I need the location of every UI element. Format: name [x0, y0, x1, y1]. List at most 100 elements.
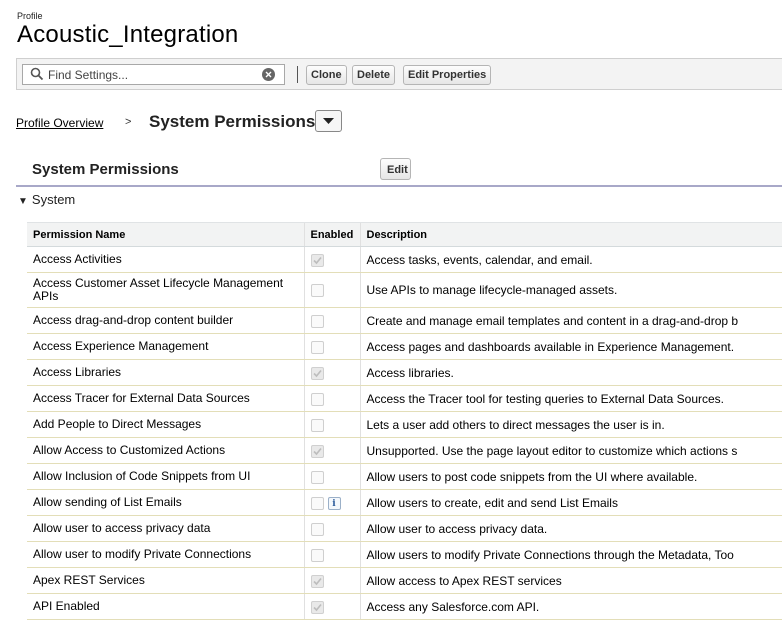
table-row: Access Activities Access tasks, events, c… — [27, 246, 782, 273]
enabled-cell — [303, 411, 360, 438]
table-row: Add People to Direct Messages Lets a user… — [27, 411, 782, 438]
section-title: System Permissions — [32, 161, 179, 178]
permission-name: Apex REST Services — [27, 567, 304, 594]
edit-button[interactable]: Edit — [380, 158, 411, 180]
page-title: Acoustic_Integration — [17, 21, 239, 48]
permission-description: Unsupported. Use the page layout editor … — [359, 437, 782, 464]
section-divider — [16, 185, 782, 187]
profile-overview-link[interactable]: Profile Overview — [16, 116, 103, 130]
table-row: Access drag-and-drop content builder Crea… — [27, 307, 782, 334]
enabled-checkbox[interactable] — [310, 496, 324, 510]
enabled-checkbox[interactable] — [310, 444, 324, 458]
table-row: Access Libraries Access libraries. — [27, 359, 782, 386]
settings-toolbar: Clone Delete Edit Properties — [16, 58, 782, 90]
table-header-row: Permission Name Enabled Description — [27, 222, 782, 247]
permissions-table: Permission Name Enabled Description Acce… — [27, 222, 782, 620]
permission-description: Access tasks, events, calendar, and emai… — [359, 246, 782, 273]
enabled-cell — [303, 437, 360, 464]
enabled-cell — [303, 567, 360, 594]
enabled-checkbox[interactable] — [310, 340, 324, 354]
collapse-triangle-icon: ▼ — [18, 196, 28, 207]
enabled-checkbox[interactable] — [310, 314, 324, 328]
permission-name: Access drag-and-drop content builder — [27, 307, 304, 334]
table-row: Access Experience Management Access pages… — [27, 333, 782, 360]
permission-description: Allow access to Apex REST services — [359, 567, 782, 594]
clone-button[interactable]: Clone — [306, 65, 347, 85]
enabled-cell — [303, 246, 360, 273]
enabled-cell — [303, 272, 360, 308]
permission-description: Access the Tracer tool for testing queri… — [359, 385, 782, 412]
system-group-toggle[interactable]: ▼ System — [18, 192, 75, 207]
permission-name: Access Libraries — [27, 359, 304, 386]
enabled-cell — [303, 359, 360, 386]
enabled-checkbox[interactable] — [310, 522, 324, 536]
enabled-checkbox[interactable] — [310, 548, 324, 562]
edit-properties-button[interactable]: Edit Properties — [403, 65, 492, 85]
permission-description: Allow user to access privacy data. — [359, 515, 782, 542]
enabled-checkbox[interactable] — [310, 392, 324, 406]
permission-description: Allow users to modify Private Connection… — [359, 541, 782, 568]
breadcrumb-separator: > — [125, 116, 132, 128]
table-row: Access Customer Asset Lifecycle Manageme… — [27, 272, 782, 308]
delete-button[interactable]: Delete — [352, 65, 396, 85]
table-row: Allow Inclusion of Code Snippets from UI… — [27, 463, 782, 490]
enabled-cell — [303, 307, 360, 334]
permission-name: API Enabled — [27, 593, 304, 620]
permission-name: Access Activities — [27, 246, 304, 273]
clear-search-icon[interactable] — [262, 68, 275, 81]
toolbar-divider — [297, 66, 298, 83]
permission-description: Access pages and dashboards available in… — [359, 333, 782, 360]
search-icon — [30, 67, 44, 81]
enabled-checkbox[interactable] — [310, 470, 324, 484]
enabled-checkbox[interactable] — [310, 284, 324, 298]
enabled-cell — [303, 515, 360, 542]
table-row: API Enabled Access any Salesforce.com API… — [27, 593, 782, 620]
enabled-cell: i — [303, 489, 360, 516]
permission-description: Access libraries. — [359, 359, 782, 386]
checkmark-icon — [312, 256, 322, 264]
enabled-cell — [303, 385, 360, 412]
enabled-cell — [303, 463, 360, 490]
table-row: Apex REST Services Allow access to Apex R… — [27, 567, 782, 594]
enabled-checkbox[interactable] — [310, 366, 324, 380]
permission-description: Use APIs to manage lifecycle-managed ass… — [359, 272, 782, 308]
search-box[interactable] — [22, 64, 285, 85]
checkmark-icon — [312, 447, 322, 455]
group-label: System — [31, 192, 76, 207]
breadcrumb-current: System Permissions — [149, 112, 316, 131]
enabled-checkbox[interactable] — [310, 574, 324, 588]
table-row: Allow sending of List Emails i Allow users… — [27, 489, 782, 516]
table-row: Access Tracer for External Data Sources A… — [27, 385, 782, 412]
enabled-checkbox[interactable] — [310, 418, 324, 432]
enabled-checkbox[interactable] — [310, 600, 324, 614]
checkmark-icon — [312, 369, 322, 377]
column-header-description: Description — [359, 222, 782, 247]
permission-name: Access Tracer for External Data Sources — [27, 385, 304, 412]
permission-name: Allow Inclusion of Code Snippets from UI — [27, 463, 304, 490]
section-dropdown-button[interactable] — [315, 110, 342, 132]
enabled-cell — [303, 593, 360, 620]
permission-name: Access Experience Management — [27, 333, 304, 360]
column-header-name: Permission Name — [27, 222, 304, 247]
permission-description: Allow users to post code snippets from t… — [359, 463, 782, 490]
enabled-checkbox[interactable] — [310, 253, 324, 267]
chevron-down-icon — [323, 118, 334, 124]
checkmark-icon — [312, 577, 322, 585]
permission-name: Allow Access to Customized Actions — [27, 437, 304, 464]
table-row: Allow user to modify Private Connections… — [27, 541, 782, 568]
checkmark-icon — [312, 603, 322, 611]
permission-name: Add People to Direct Messages — [27, 411, 304, 438]
column-header-enabled: Enabled — [303, 222, 360, 247]
permission-name: Access Customer Asset Lifecycle Manageme… — [27, 272, 304, 308]
permission-description: Lets a user add others to direct message… — [359, 411, 782, 438]
table-row: Allow Access to Customized Actions Unsupp… — [27, 437, 782, 464]
permission-name: Allow user to access privacy data — [27, 515, 304, 542]
enabled-cell — [303, 333, 360, 360]
info-icon[interactable]: i — [327, 496, 341, 510]
permission-description: Allow users to create, edit and send Lis… — [359, 489, 782, 516]
permission-name: Allow sending of List Emails — [27, 489, 304, 516]
profile-label: Profile — [17, 11, 43, 21]
search-input[interactable] — [48, 66, 248, 83]
permission-name: Allow user to modify Private Connections — [27, 541, 304, 568]
table-row: Allow user to access privacy data Allow u… — [27, 515, 782, 542]
